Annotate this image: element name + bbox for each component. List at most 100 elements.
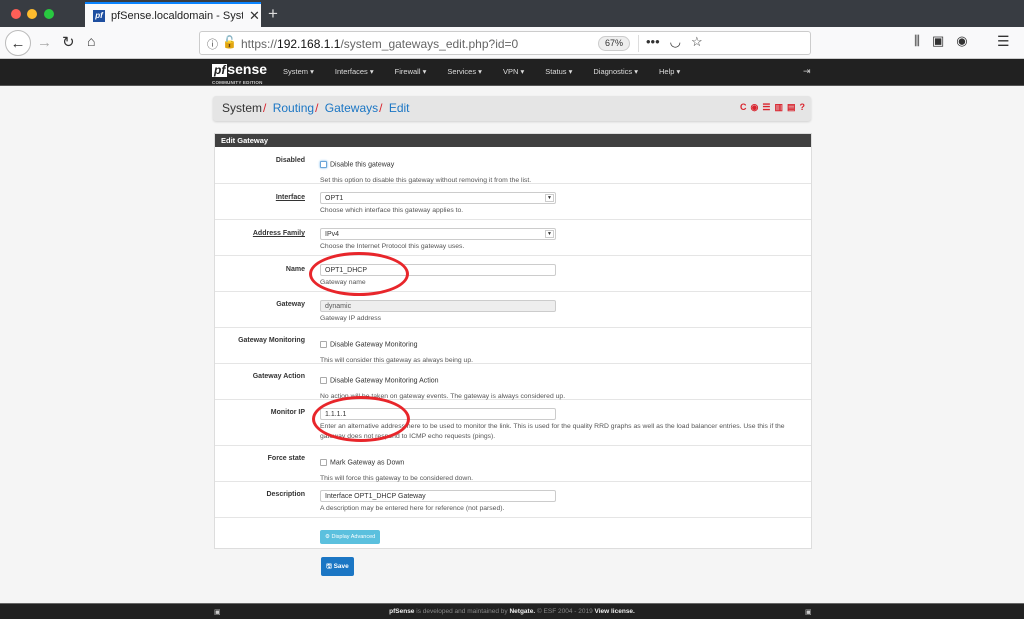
url-path: /system_gateways_edit.php?id=0 [340,37,519,51]
row-monitor-ip: Monitor IP 1.1.1.1 Enter an alternative … [215,400,811,446]
page-actions-icon[interactable]: ••• [646,34,660,50]
disable-gateway-checkbox[interactable] [320,161,327,169]
url-divider [638,35,639,52]
interface-select[interactable]: OPT1 ▼ [320,192,556,204]
breadcrumb-edit[interactable]: Edit [389,101,410,115]
row-disabled: Disabled Disable this gateway Set this o… [215,147,811,184]
address-family-select[interactable]: IPv4 ▼ [320,228,556,240]
gateway-label: Gateway [276,301,305,308]
help-icon[interactable]: ? [800,102,806,113]
url-prefix: https:// [241,37,278,51]
breadcrumb-separator: / [263,101,267,115]
stop-service-icon[interactable]: ◉ [751,102,759,113]
breadcrumb-gateways[interactable]: Gateways [325,101,378,115]
footer-right-icon[interactable]: ▣ [805,608,812,616]
disable-monitoring-checkbox[interactable] [320,341,327,349]
close-window-button[interactable] [11,9,21,19]
status-graph-icon[interactable]: ▥ [774,102,783,113]
mark-gateway-down-checkbox[interactable] [320,459,327,467]
footer-text: pfSense is developed and maintained by N… [0,608,1024,615]
maximize-window-button[interactable] [44,9,54,19]
gateway-help: Gateway IP address [320,315,382,322]
menu-status[interactable]: Status ▾ [545,67,572,76]
row-interface: Interface OPT1 ▼ Choose which interface t… [215,184,811,220]
mark-gateway-down-checkbox-label[interactable]: Mark Gateway as Down [330,459,404,466]
disable-monitoring-checkbox-label[interactable]: Disable Gateway Monitoring [330,341,418,348]
annotation-circle-name [309,252,409,296]
url-bar[interactable]: ⓘ 🔓 https://192.168.1.1/system_gateways_… [199,31,811,55]
insecure-lock-icon[interactable]: 🔓 [222,35,237,49]
disable-monitoring-action-checkbox-label[interactable]: Disable Gateway Monitoring Action [330,377,439,384]
info-icon[interactable]: ⓘ [207,36,218,52]
save-label: Save [333,563,349,570]
pfsense-favicon-icon: pf [93,9,105,22]
breadcrumb: System/ Routing/ Gateways/ Edit [222,101,410,115]
row-gateway-monitoring: Gateway Monitoring Disable Gateway Monit… [215,328,811,364]
pfsense-navbar: pf sense COMMUNITY EDITION System ▾ Inter… [0,59,1024,86]
disable-monitoring-action-checkbox[interactable] [320,377,327,385]
description-help: A description may be entered here for re… [320,505,505,512]
pocket-icon[interactable]: ◡ [670,34,681,50]
menu-services[interactable]: Services ▾ [447,67,482,76]
display-advanced-button[interactable]: ⚙ Display Advanced [320,530,381,544]
url-actions: ••• ◡ ☆ [646,34,703,50]
url-host: 192.168.1.1 [277,37,341,51]
home-button[interactable]: ⌂ [87,33,95,49]
menu-firewall[interactable]: Firewall ▾ [395,67,427,76]
row-force-state: Force state Mark Gateway as Down This wi… [215,446,811,482]
zoom-level-badge[interactable]: 67% [598,36,630,51]
account-icon[interactable]: ◉ [956,33,967,49]
monitor-ip-label: Monitor IP [270,409,305,416]
row-name: Name OPT1_DHCP Gateway name [215,256,811,292]
floppy-disk-icon: 🖫 [326,563,332,570]
gateway-action-label: Gateway Action [252,373,305,380]
save-button[interactable]: 🖫 Save [321,557,354,576]
restart-service-icon[interactable]: C [740,102,747,113]
tab-close-icon[interactable]: ✕ [249,8,260,24]
force-state-label: Force state [267,455,305,462]
name-label: Name [285,266,305,273]
dropdown-arrow-icon: ▼ [545,230,554,238]
minimize-window-button[interactable] [27,9,37,19]
hamburger-menu-icon[interactable]: ☰ [997,33,1010,50]
reload-button[interactable]: ↻ [62,33,75,51]
annotation-circle-monitor-ip [312,396,410,442]
description-input[interactable]: Interface OPT1_DHCP Gateway [320,490,556,502]
menu-diagnostics[interactable]: Diagnostics ▾ [593,67,638,76]
log-icon[interactable]: ▤ [787,102,796,113]
forward-button[interactable]: → [37,34,52,51]
page-footer: ▣ pfSense is developed and maintained by… [0,603,1024,619]
menu-help[interactable]: Help ▾ [659,67,680,76]
back-button[interactable]: ← [5,30,31,56]
breadcrumb-routing[interactable]: Routing [273,101,314,115]
footer-company-link[interactable]: Netgate. [509,608,535,615]
library-icon[interactable]: ⫼ [914,33,920,49]
dropdown-arrow-icon: ▼ [545,194,554,202]
address-family-selected-value: IPv4 [325,231,340,238]
row-description: Description Interface OPT1_DHCP Gateway … [215,482,811,518]
edit-gateway-panel: Edit Gateway Disabled Disable this gatew… [214,133,812,549]
logout-icon[interactable]: ⇥ [803,66,811,77]
address-family-label: Address Family [252,230,305,237]
sidebar-icon[interactable]: ▣ [932,33,944,49]
url-text[interactable]: https://192.168.1.1/system_gateways_edit… [241,37,518,51]
panel-title: Edit Gateway [215,134,811,147]
main-menu: System ▾ Interfaces ▾ Firewall ▾ Service… [283,67,701,76]
menu-interfaces[interactable]: Interfaces ▾ [335,67,374,76]
gear-icon: ⚙ [325,534,330,540]
menu-system[interactable]: System ▾ [283,67,314,76]
display-advanced-label: Display Advanced [331,534,376,540]
row-address-family: Address Family IPv4 ▼ Choose the Internet… [215,220,811,256]
new-tab-button[interactable]: + [268,4,278,24]
bookmark-star-icon[interactable]: ☆ [691,34,703,50]
interface-label: Interface [275,194,305,201]
browser-tab[interactable]: pf pfSense.localdomain - System: Routing… [85,2,261,27]
settings-sliders-icon[interactable]: ☰ [762,102,770,113]
disable-gateway-checkbox-label[interactable]: Disable this gateway [330,161,394,168]
gateway-input[interactable]: dynamic [320,300,556,312]
browser-titlebar: pf pfSense.localdomain - System: Routing… [0,0,1024,27]
breadcrumb-system: System [222,101,263,115]
pfsense-logo[interactable]: pf sense COMMUNITY EDITION [212,61,270,85]
menu-vpn[interactable]: VPN ▾ [503,67,524,76]
footer-license-link[interactable]: View license. [595,608,635,615]
